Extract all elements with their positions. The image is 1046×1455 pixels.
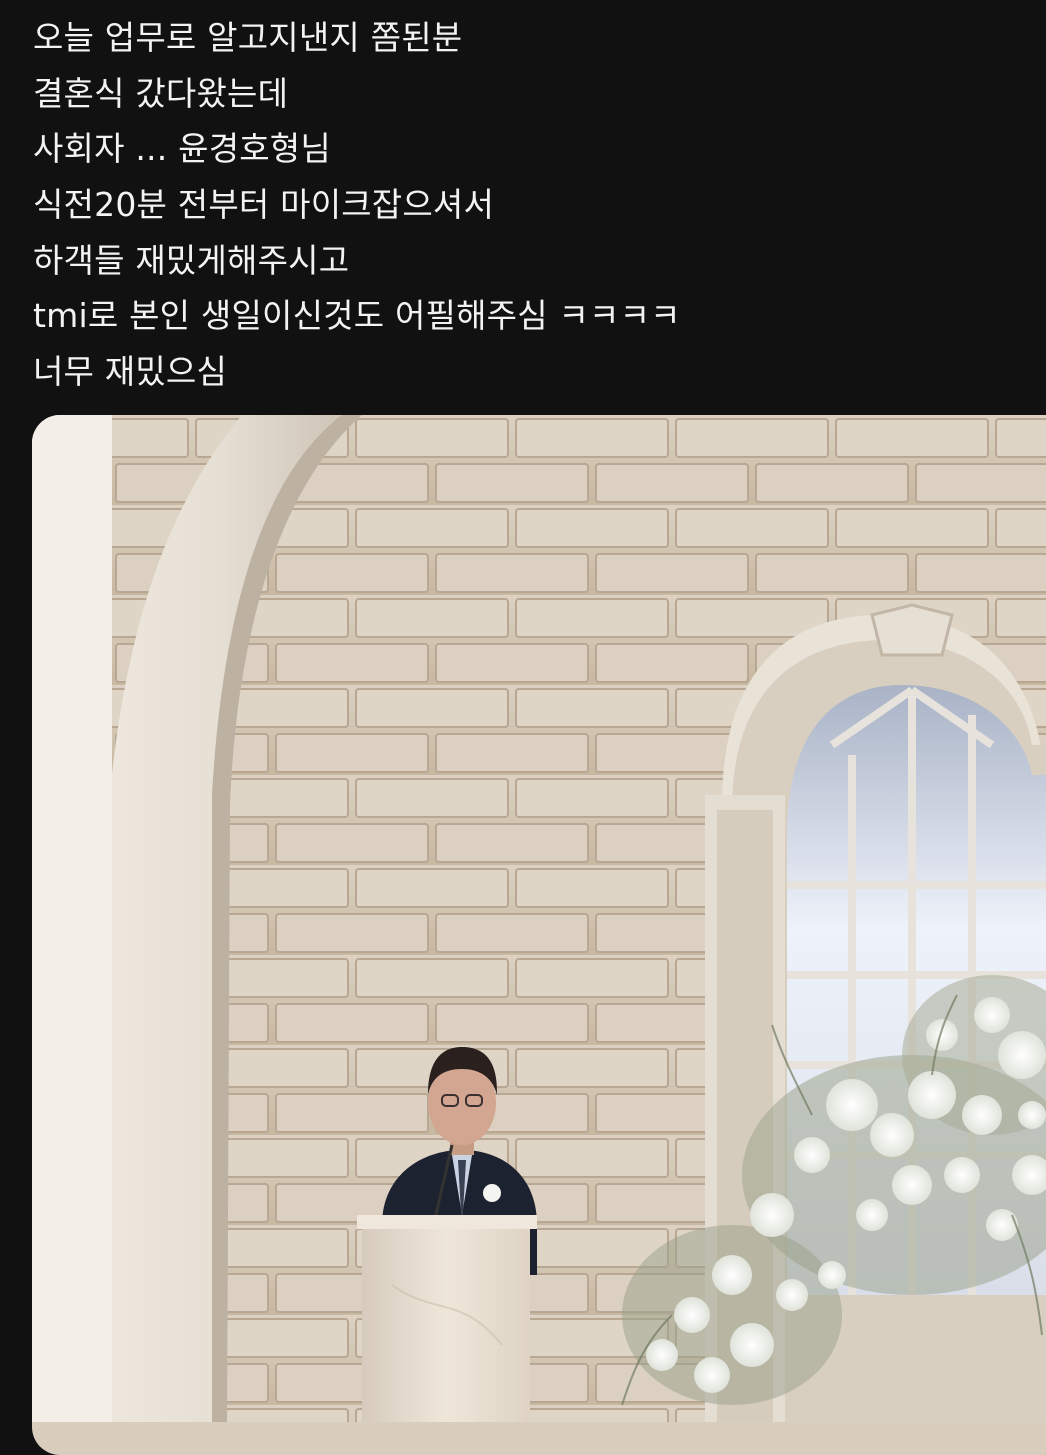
wedding-hall-photo: [32, 415, 1046, 1422]
post-line-4: 식전20분 전부터 마이크잡으셔서: [33, 185, 495, 225]
post-line-7: 너무 재밌으심: [33, 352, 228, 392]
post-line-3: 사회자 ... 윤경호형님: [33, 129, 331, 169]
post-line-1: 오늘 업무로 알고지낸지 쫌된분: [33, 18, 463, 57]
post-line-6: tmi로 본인 생일이신것도 어필해주심 ㅋㅋㅋㅋ: [33, 296, 681, 336]
post: 오늘 업무로 알고지낸지 쫌된분 결혼식 갔다왔는데 사회자 ... 윤경호형님…: [0, 0, 1046, 1455]
post-text: 오늘 업무로 알고지낸지 쫌된분 결혼식 갔다왔는데 사회자 ... 윤경호형님…: [33, 10, 1023, 400]
post-line-5: 하객들 재밌게해주시고: [33, 240, 350, 280]
post-line-2: 결혼식 갔다왔는데: [33, 73, 289, 113]
post-photo[interactable]: [32, 415, 1046, 1455]
